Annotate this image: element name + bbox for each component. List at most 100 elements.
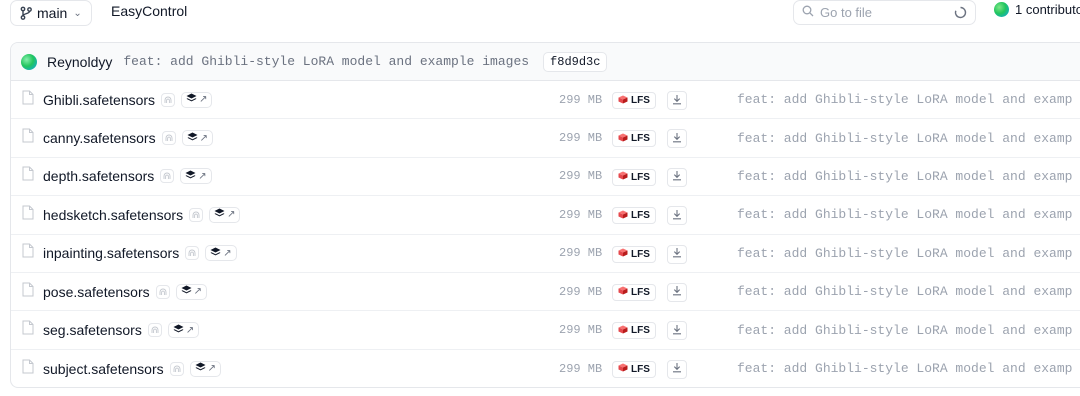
file-name-link[interactable]: depth.safetensors (43, 168, 154, 184)
file-commit-message[interactable]: feat: add Ghibli-style LoRA model and ex… (737, 81, 1072, 118)
lfs-label: LFS (631, 95, 650, 106)
download-button[interactable] (667, 91, 687, 110)
chevron-down-icon: ⌄ (73, 7, 82, 19)
last-commit-bar: Reynoldyy feat: add Ghibli-style LoRA mo… (11, 43, 1080, 81)
contributor-avatar (994, 2, 1009, 17)
file-name-link[interactable]: pose.safetensors (43, 284, 150, 300)
external-arrow-icon: ↗ (199, 94, 208, 106)
file-row: subject.safetensors ↗ 299 MB LFS feat: a… (11, 350, 1080, 387)
lfs-label: LFS (631, 171, 650, 183)
file-size: 299 MB (559, 131, 603, 146)
download-icon (672, 245, 682, 263)
commit-author[interactable]: Reynoldyy (47, 54, 112, 70)
file-viewer-button[interactable]: ↗ (209, 206, 241, 223)
lfs-cube-icon (618, 133, 628, 145)
lfs-badge[interactable]: LFS (612, 92, 656, 109)
external-arrow-icon: ↗ (227, 209, 236, 221)
file-commit-message[interactable]: feat: add Ghibli-style LoRA model and ex… (737, 311, 1072, 348)
pickle-scan-icon[interactable] (161, 92, 176, 107)
lfs-cube-icon (618, 248, 628, 260)
download-button[interactable] (667, 206, 687, 226)
file-viewer-button[interactable]: ↗ (181, 91, 213, 108)
lfs-badge[interactable]: LFS (612, 130, 656, 148)
download-button[interactable] (667, 167, 687, 187)
file-commit-message[interactable]: feat: add Ghibli-style LoRA model and ex… (737, 350, 1072, 387)
lfs-label: LFS (631, 286, 650, 298)
file-commit-message[interactable]: feat: add Ghibli-style LoRA model and ex… (737, 119, 1072, 156)
file-name-link[interactable]: canny.safetensors (43, 130, 156, 146)
pickle-scan-icon[interactable] (155, 284, 170, 299)
search-input[interactable] (820, 5, 940, 20)
pickle-scan-icon[interactable] (161, 131, 176, 146)
branch-label: main (37, 5, 68, 21)
download-button[interactable] (667, 244, 687, 264)
file-viewer-button[interactable]: ↗ (175, 283, 208, 300)
file-row: depth.safetensors ↗ 299 MB LFS feat: add… (11, 158, 1080, 197)
file-size: 299 MB (559, 284, 603, 299)
file-commit-message[interactable]: feat: add Ghibli-style LoRA model and ex… (737, 196, 1072, 233)
go-to-file-search[interactable] (793, 0, 976, 25)
lfs-badge[interactable]: LFS (612, 322, 656, 340)
file-list: Reynoldyy feat: add Ghibli-style LoRA mo… (10, 42, 1080, 388)
git-branch-icon (20, 6, 32, 20)
file-name-link[interactable]: Ghibli.safetensors (43, 92, 155, 108)
file-name-link[interactable]: hedsketch.safetensors (43, 207, 183, 223)
file-viewer-button[interactable]: ↗ (189, 360, 222, 377)
commit-hash-link[interactable]: f8d9d3c (543, 51, 608, 72)
file-viewer-button[interactable]: ↗ (167, 322, 200, 339)
file-row: Ghibli.safetensors ↗ 299 MB LFS feat: ad… (11, 81, 1080, 120)
file-viewer-button[interactable]: ↗ (205, 245, 237, 262)
download-button[interactable] (667, 321, 687, 341)
contributors-link[interactable]: 1 contributo (994, 2, 1080, 17)
pickle-scan-icon[interactable] (189, 207, 204, 222)
file-row: pose.safetensors ↗ 299 MB LFS feat: add … (11, 273, 1080, 312)
file-row: canny.safetensors ↗ 299 MB LFS feat: add… (11, 119, 1080, 158)
file-commit-message[interactable]: feat: add Ghibli-style LoRA model and ex… (737, 273, 1072, 310)
external-arrow-icon: ↗ (185, 324, 195, 336)
download-button[interactable] (667, 359, 687, 379)
file-name-link[interactable]: subject.safetensors (43, 361, 164, 377)
branch-selector-button[interactable]: main ⌄ (10, 0, 92, 26)
lfs-cube-icon (618, 325, 628, 337)
file-size: 299 MB (559, 361, 603, 376)
lfs-label: LFS (631, 210, 650, 222)
file-size: 299 MB (559, 207, 603, 222)
pickle-scan-icon[interactable] (185, 246, 200, 261)
file-icon (22, 90, 34, 110)
file-viewer-button[interactable]: ↗ (180, 168, 212, 185)
file-viewer-button[interactable]: ↗ (181, 130, 213, 147)
lfs-label: LFS (631, 248, 650, 260)
lfs-badge[interactable]: LFS (612, 360, 656, 378)
repo-name-link[interactable]: EasyControl (111, 3, 187, 19)
lfs-label: LFS (631, 133, 650, 145)
file-size: 299 MB (559, 92, 603, 107)
lfs-badge[interactable]: LFS (612, 283, 656, 301)
file-cell: inpainting.safetensors ↗ (22, 235, 237, 272)
layers-icon (195, 362, 206, 375)
lfs-badge[interactable]: LFS (612, 245, 656, 263)
file-cell: subject.safetensors ↗ (22, 350, 222, 387)
lfs-badge[interactable]: LFS (612, 207, 656, 225)
file-icon (22, 282, 34, 302)
file-commit-message[interactable]: feat: add Ghibli-style LoRA model and ex… (737, 235, 1072, 272)
pickle-scan-icon[interactable] (169, 361, 184, 376)
external-arrow-icon: ↗ (223, 247, 232, 259)
pickle-scan-icon[interactable] (160, 169, 175, 184)
layers-icon (181, 285, 192, 298)
download-button[interactable] (667, 282, 687, 302)
file-name-link[interactable]: seg.safetensors (43, 322, 142, 338)
download-button[interactable] (667, 129, 687, 149)
download-icon (672, 130, 682, 148)
download-icon (672, 283, 682, 301)
layers-icon (185, 170, 196, 183)
pickle-scan-icon[interactable] (147, 323, 162, 338)
commit-message[interactable]: feat: add Ghibli-style LoRA model and ex… (123, 54, 529, 69)
layers-icon (214, 208, 225, 221)
file-commit-message[interactable]: feat: add Ghibli-style LoRA model and ex… (737, 158, 1072, 195)
lfs-badge[interactable]: LFS (612, 168, 656, 186)
layers-icon (187, 132, 198, 145)
file-name-link[interactable]: inpainting.safetensors (43, 245, 179, 261)
author-avatar[interactable] (21, 53, 37, 70)
file-icon (22, 205, 34, 225)
file-row: inpainting.safetensors ↗ 299 MB LFS feat… (11, 235, 1080, 273)
